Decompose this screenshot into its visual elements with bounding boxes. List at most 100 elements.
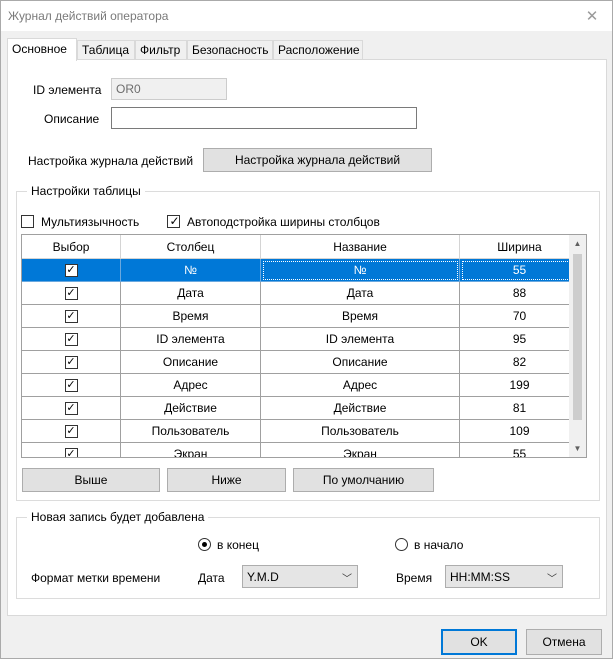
width-cell[interactable]: 82 [460,351,580,374]
check-icon: ✓ [66,332,76,345]
header-width[interactable]: Ширина [460,235,580,259]
log-settings-button[interactable]: Настройка журнала действий [203,148,432,172]
table-scrollbar[interactable]: ▲ ▼ [569,235,586,457]
width-cell[interactable]: 88 [460,282,580,305]
table-row[interactable]: ✓ Дата Дата 88 [22,282,580,305]
width-cell[interactable]: 95 [460,328,580,351]
check-icon: ✓ [66,309,76,322]
radio-end[interactable] [198,538,211,551]
row-checkbox[interactable]: ✓ [64,309,78,323]
row-checkbox[interactable]: ✓ [64,378,78,392]
row-checkbox[interactable]: ✓ [64,332,78,346]
name-cell[interactable]: ID элемента [261,328,460,351]
name-cell[interactable]: Время [261,305,460,328]
column-cell[interactable]: ID элемента [121,328,261,351]
close-icon[interactable]: ✕ [572,1,612,31]
scroll-down-icon[interactable]: ▼ [569,440,586,457]
tab-security[interactable]: Безопасность [187,40,273,60]
new-record-group: Новая запись будет добавлена в конец в н… [16,510,600,599]
new-record-title: Новая запись будет добавлена [27,510,209,524]
select-cell: ✓ [22,420,121,443]
row-checkbox[interactable]: ✓ [64,424,78,438]
check-icon: ✓ [66,263,76,276]
select-cell: ✓ [22,282,121,305]
table-row[interactable]: ✓ Описание Описание 82 [22,351,580,374]
column-cell[interactable]: Время [121,305,261,328]
table-row[interactable]: ✓ ID элемента ID элемента 95 [22,328,580,351]
multilang-label: Мультиязычность [41,215,140,229]
date-format-select[interactable]: Y.M.D ﹀ [242,565,358,588]
column-cell[interactable]: Описание [121,351,261,374]
table-settings-title: Настройки таблицы [27,184,145,198]
tab-panel-general: ID элемента OR0 Описание Настройка журна… [7,59,607,616]
name-cell[interactable]: № [261,259,460,282]
multilang-checkbox[interactable] [21,215,34,228]
select-cell: ✓ [22,328,121,351]
description-input[interactable] [111,107,417,129]
header-column[interactable]: Столбец [121,235,261,259]
move-down-button[interactable]: Ниже [167,468,286,492]
name-cell[interactable]: Экран [261,443,460,457]
radio-start[interactable] [395,538,408,551]
tab-general[interactable]: Основное [7,38,77,61]
check-icon: ✓ [66,424,76,437]
select-cell: ✓ [22,443,121,458]
width-cell[interactable]: 109 [460,420,580,443]
row-checkbox[interactable]: ✓ [64,447,78,458]
element-id-label: ID элемента [33,83,102,97]
time-format-select[interactable]: HH:MM:SS ﹀ [445,565,563,588]
table-row[interactable]: ✓ Время Время 70 [22,305,580,328]
width-cell[interactable]: 55 [460,259,580,282]
columns-table[interactable]: Выбор Столбец Название Ширина ✓ № № 55 ✓ Дата… [21,234,587,458]
table-row[interactable]: ✓ № № 55 [22,259,580,282]
column-cell[interactable]: Адрес [121,374,261,397]
table-row[interactable]: ✓ Адрес Адрес 199 [22,374,580,397]
column-cell[interactable]: Пользователь [121,420,261,443]
tab-filter[interactable]: Фильтр [135,40,187,60]
width-cell[interactable]: 70 [460,305,580,328]
row-checkbox[interactable]: ✓ [64,401,78,415]
scroll-thumb[interactable] [573,254,582,420]
column-cell[interactable]: Дата [121,282,261,305]
header-name[interactable]: Название [261,235,460,259]
cancel-button[interactable]: Отмена [526,629,602,655]
table-row[interactable]: ✓ Экран Экран 55 [22,443,580,458]
header-select[interactable]: Выбор [22,235,121,259]
row-checkbox[interactable]: ✓ [64,355,78,369]
element-id-field: OR0 [111,78,227,100]
check-icon: ✓ [66,447,76,458]
name-cell[interactable]: Дата [261,282,460,305]
width-cell[interactable]: 81 [460,397,580,420]
chevron-down-icon: ﹀ [342,574,352,585]
check-icon: ✓ [66,355,76,368]
name-cell[interactable]: Адрес [261,374,460,397]
name-cell[interactable]: Действие [261,397,460,420]
select-cell: ✓ [22,351,121,374]
ok-button[interactable]: OK [441,629,517,655]
row-checkbox[interactable]: ✓ [64,286,78,300]
name-cell[interactable]: Пользователь [261,420,460,443]
tab-table[interactable]: Таблица [77,40,135,60]
check-icon: ✓ [66,286,76,299]
width-cell[interactable]: 55 [460,443,580,457]
name-cell[interactable]: Описание [261,351,460,374]
scroll-up-icon[interactable]: ▲ [569,235,586,252]
width-cell[interactable]: 199 [460,374,580,397]
select-cell: ✓ [22,397,121,420]
table-header: Выбор Столбец Название Ширина [22,235,580,259]
tab-layout[interactable]: Расположение [273,40,363,60]
default-button[interactable]: По умолчанию [293,468,434,492]
table-row[interactable]: ✓ Действие Действие 81 [22,397,580,420]
column-cell[interactable]: Экран [121,443,261,457]
row-checkbox[interactable]: ✓ [64,263,78,277]
window-title: Журнал действий оператора [8,9,169,23]
move-up-button[interactable]: Выше [22,468,160,492]
timestamp-format-label: Формат метки времени [31,571,161,585]
column-cell[interactable]: № [121,259,261,282]
table-row[interactable]: ✓ Пользователь Пользователь 109 [22,420,580,443]
column-cell[interactable]: Действие [121,397,261,420]
check-icon: ✓ [169,214,180,228]
log-settings-label: Настройка журнала действий [28,154,194,168]
title-bar: Журнал действий оператора ✕ [1,1,612,31]
autowidth-checkbox[interactable]: ✓ [167,214,180,228]
